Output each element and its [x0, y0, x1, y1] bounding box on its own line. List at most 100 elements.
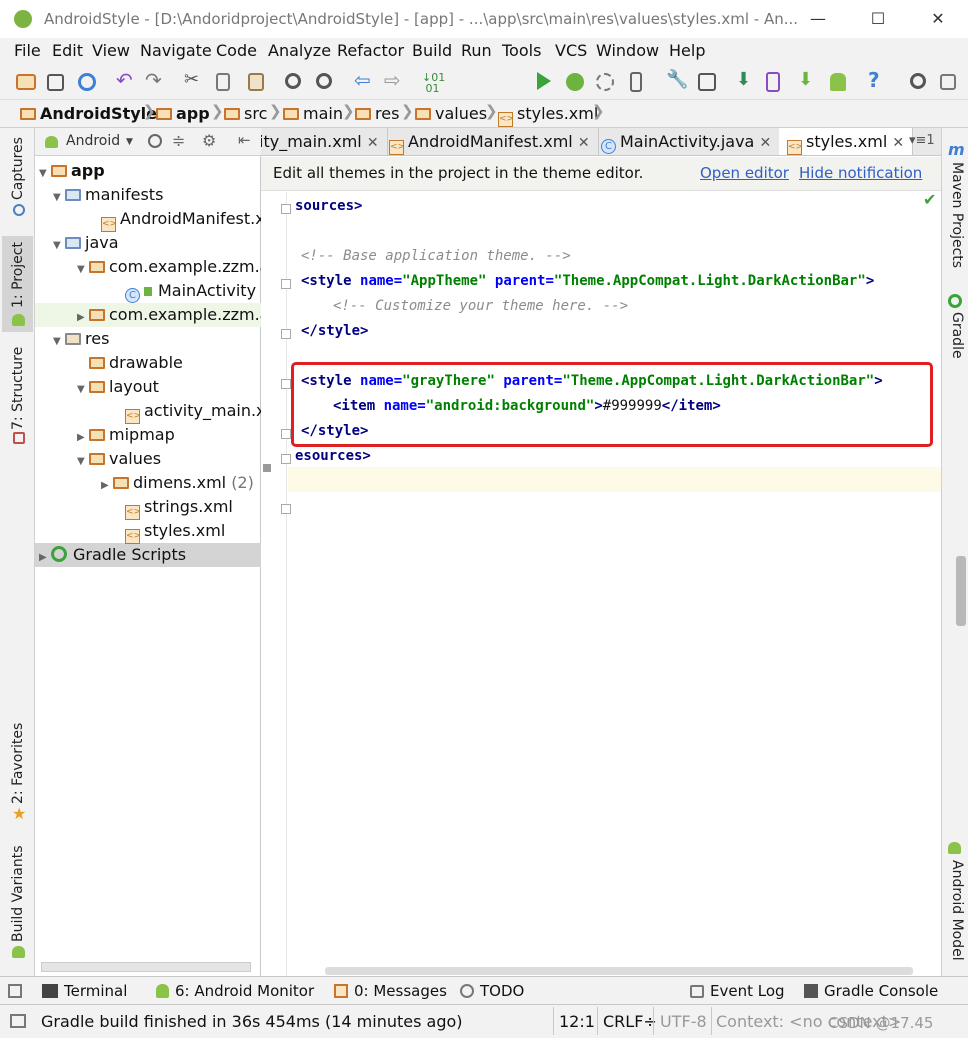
maximize-button[interactable]: ☐	[858, 8, 898, 30]
line-separator[interactable]: CRLF÷	[603, 1012, 657, 1031]
event-log-icon[interactable]	[940, 74, 956, 90]
cut-icon[interactable]: ✂	[184, 69, 206, 91]
menu-view[interactable]: View	[92, 41, 130, 60]
tree-item-res[interactable]: ▼ res	[53, 327, 109, 351]
tool-tab-captures[interactable]: Captures	[10, 137, 26, 200]
tree-item-styles[interactable]: <> styles.xml	[125, 519, 225, 544]
close-icon[interactable]: ✕	[892, 135, 904, 151]
open-editor-link[interactable]: Open editor	[700, 164, 789, 182]
tree-item-drawable[interactable]: drawable	[89, 351, 183, 375]
tree-item-values[interactable]: ▼ values	[77, 447, 161, 471]
menu-edit[interactable]: Edit	[52, 41, 83, 60]
help-icon[interactable]: ?	[868, 68, 890, 92]
tool-tab-build-variants[interactable]: Build Variants	[10, 845, 26, 942]
tool-tab-favorites[interactable]: 2: Favorites	[10, 723, 26, 804]
tree-item-layout[interactable]: ▼ layout	[77, 375, 159, 399]
status-message[interactable]: Gradle build finished in 36s 454ms (14 m…	[41, 1012, 463, 1031]
caret-position[interactable]: 12:1	[559, 1012, 595, 1031]
sdk-download-icon[interactable]: ⬇	[798, 69, 820, 91]
back-arrow-icon[interactable]: ⇦	[354, 68, 376, 92]
save-icon[interactable]	[47, 74, 64, 91]
tree-item-activity-main[interactable]: <>activity_main.xml	[125, 399, 261, 424]
sdk-manager-icon[interactable]	[698, 73, 716, 91]
tool-tab-structure[interactable]: 7: Structure	[10, 347, 26, 430]
menu-refactor[interactable]: Refactor	[337, 41, 404, 60]
tab-activity-main[interactable]: ity_main.xml ✕	[261, 128, 388, 155]
menu-analyze[interactable]: Analyze	[268, 41, 331, 60]
collapse-all-icon[interactable]: ≑	[172, 131, 185, 150]
open-folder-icon[interactable]	[16, 74, 36, 90]
breadcrumb-androidstyle[interactable]: AndroidStyle	[20, 104, 157, 123]
breadcrumb-values[interactable]: values	[415, 104, 487, 123]
tab-overflow-icon[interactable]: ▾≡1	[909, 133, 935, 148]
tree-item-dimens[interactable]: ▶ dimens.xml (2)	[101, 471, 254, 495]
tool-tab-project[interactable]: 1: Project	[10, 242, 26, 308]
target-icon[interactable]	[148, 134, 162, 148]
tree-item-strings[interactable]: <> strings.xml	[125, 495, 233, 520]
tool-tab-gradle-console[interactable]: Gradle Console	[804, 982, 938, 1000]
tree-item-androidmanifest[interactable]: <>AndroidManifest.xml	[101, 207, 261, 232]
breadcrumb-res[interactable]: res	[355, 104, 399, 123]
tool-tab-event-log[interactable]: Event Log	[690, 982, 785, 1000]
tree-item-java[interactable]: ▼ java	[53, 231, 119, 255]
android-monitor-icon[interactable]	[830, 73, 846, 91]
view-mode-select[interactable]: Android	[66, 133, 120, 149]
tree-item-package-main[interactable]: ▼ com.example.zzm.a	[77, 255, 261, 279]
menu-navigate[interactable]: Navigate	[140, 41, 212, 60]
replace-icon[interactable]	[316, 73, 332, 89]
menu-file[interactable]: File	[14, 41, 41, 60]
tree-item-manifests[interactable]: ▼ manifests	[53, 183, 163, 207]
menu-tools[interactable]: Tools	[502, 41, 541, 60]
tool-tab-android-model[interactable]: Android Model	[949, 860, 965, 961]
sync-gradle-icon[interactable]: ⬇	[736, 69, 758, 91]
tree-item-mipmap[interactable]: ▶ mipmap	[77, 423, 175, 447]
menu-window[interactable]: Window	[596, 41, 659, 60]
paste-icon[interactable]	[248, 73, 264, 91]
undo-icon[interactable]: ↶	[116, 68, 138, 92]
tool-tab-terminal[interactable]: Terminal	[42, 982, 127, 1000]
menu-vcs[interactable]: VCS	[555, 41, 587, 60]
tree-item-app[interactable]: ▼ app	[39, 159, 105, 183]
tool-tab-messages[interactable]: 0: Messages	[334, 982, 447, 1000]
menu-code[interactable]: Code	[216, 41, 257, 60]
close-icon[interactable]: ✕	[578, 135, 590, 151]
breadcrumb-src[interactable]: src	[224, 104, 267, 123]
toggle-tool-windows-icon[interactable]	[8, 984, 22, 998]
attach-debugger-icon[interactable]	[596, 73, 614, 91]
redo-icon[interactable]: ↷	[145, 68, 167, 92]
menu-build[interactable]: Build	[412, 41, 452, 60]
tab-androidmanifest[interactable]: <> AndroidManifest.xml ✕	[381, 128, 599, 155]
sync-icon[interactable]	[78, 73, 96, 91]
menu-run[interactable]: Run	[461, 41, 492, 60]
horizontal-scrollbar[interactable]	[41, 962, 251, 972]
breadcrumb-main[interactable]: main	[283, 104, 343, 123]
device-icon[interactable]	[630, 72, 642, 92]
run-icon[interactable]	[537, 72, 551, 90]
forward-arrow-icon[interactable]: ⇨	[384, 68, 406, 92]
project-structure-icon[interactable]: 🔧	[666, 69, 688, 91]
file-encoding[interactable]: UTF-8	[660, 1012, 707, 1031]
close-button[interactable]: ✕	[918, 8, 958, 30]
tool-tab-todo[interactable]: TODO	[460, 982, 524, 1000]
scroll-indicator[interactable]	[956, 556, 966, 626]
debug-icon[interactable]	[566, 73, 584, 91]
close-icon[interactable]: ✕	[367, 135, 379, 151]
find-icon[interactable]	[285, 73, 301, 89]
tool-tab-maven-projects[interactable]: Maven Projects	[949, 162, 965, 268]
tab-styles-xml[interactable]: <> styles.xml ✕	[779, 128, 914, 155]
chevron-down-icon[interactable]: ▼	[126, 137, 133, 147]
avd-manager-icon[interactable]	[766, 72, 780, 92]
editor-horizontal-scrollbar[interactable]	[325, 967, 913, 975]
make-project-icon[interactable]: ↓01 01	[422, 72, 445, 94]
tool-tab-android-monitor[interactable]: 6: Android Monitor	[156, 982, 314, 1000]
menu-help[interactable]: Help	[669, 41, 705, 60]
tree-item-mainactivity[interactable]: C MainActivity	[125, 279, 256, 303]
code-editor[interactable]: sources> <!-- Base application theme. --…	[261, 192, 941, 976]
hide-panel-icon[interactable]: ⇤	[238, 131, 251, 149]
copy-icon[interactable]	[216, 73, 230, 91]
breadcrumb-app[interactable]: app	[156, 104, 210, 123]
tool-tab-gradle[interactable]: Gradle	[949, 312, 965, 359]
status-panel-icon[interactable]	[10, 1014, 26, 1028]
hide-notification-link[interactable]: Hide notification	[799, 164, 922, 182]
tab-mainactivity[interactable]: C MainActivity.java ✕	[593, 128, 781, 155]
